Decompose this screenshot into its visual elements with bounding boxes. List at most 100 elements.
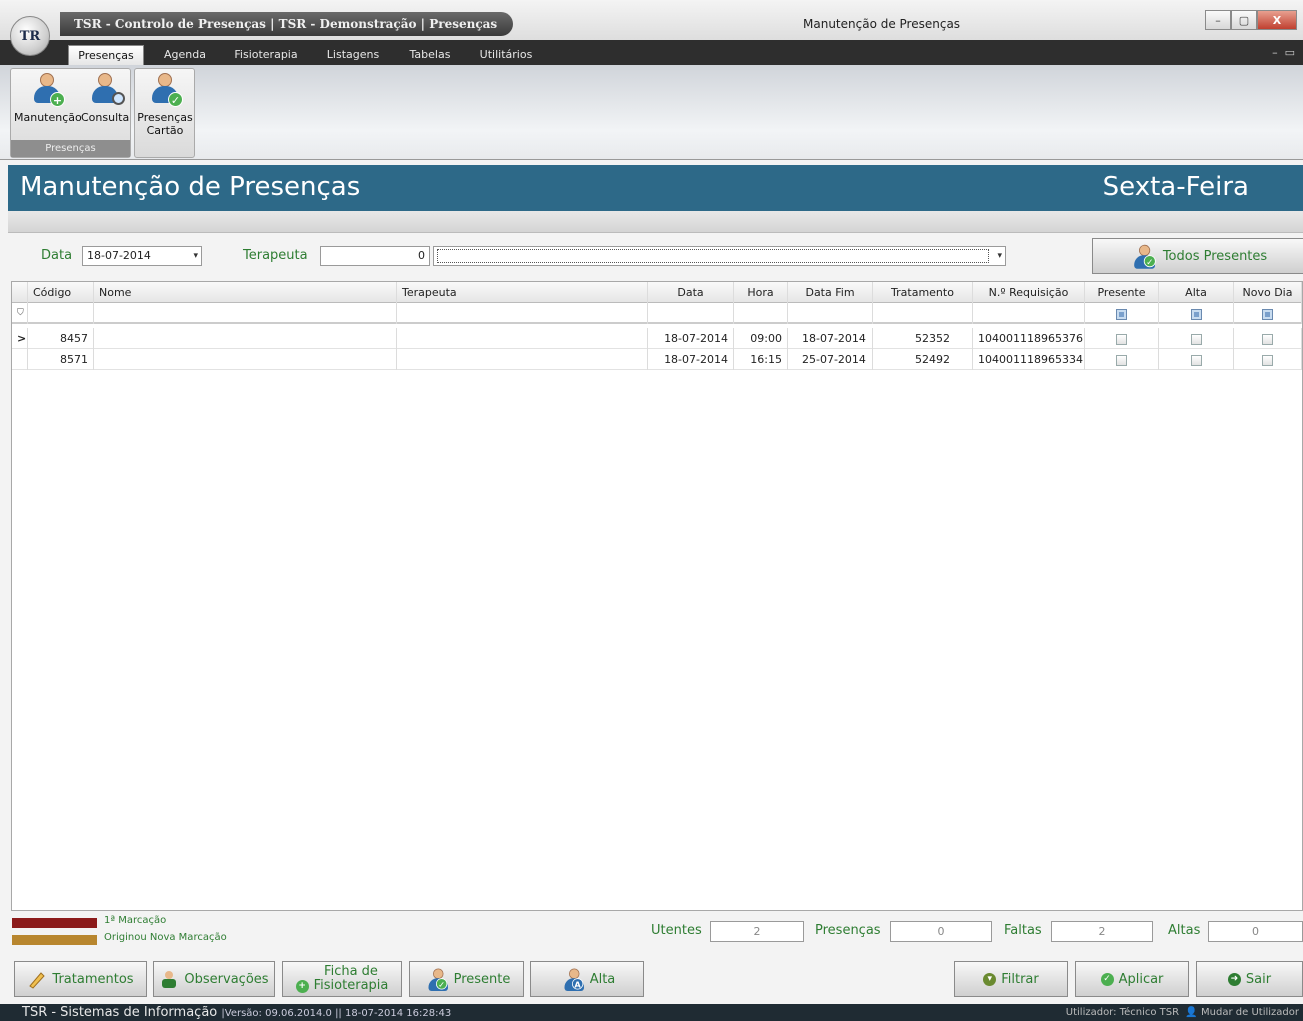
page-title: Manutenção de Presenças xyxy=(20,172,361,202)
requisicao-cell[interactable]: 104001118965376... xyxy=(973,328,1085,349)
maximize-icon[interactable]: ▢ xyxy=(1231,10,1257,30)
terapeuta-code-input[interactable]: 0 xyxy=(320,246,430,266)
ficha-label-2: Fisioterapia xyxy=(313,978,389,993)
column-header[interactable]: Nome xyxy=(94,282,397,303)
exit-icon: ➜ xyxy=(1227,972,1241,986)
close-icon[interactable]: X xyxy=(1257,10,1297,30)
user-search-icon xyxy=(89,73,125,107)
filter-cell[interactable] xyxy=(973,303,1085,324)
filter-cell[interactable] xyxy=(873,303,973,324)
tab-presencas[interactable]: Presenças xyxy=(68,45,144,65)
column-header[interactable]: Data xyxy=(648,282,734,303)
terapeuta-cell[interactable] xyxy=(397,349,648,370)
data-cell[interactable]: 18-07-2014 xyxy=(648,328,734,349)
presente-button[interactable]: ✓ Presente xyxy=(409,961,524,997)
row-indicator-header xyxy=(12,282,28,303)
terapeuta-cell[interactable] xyxy=(397,328,648,349)
consulta-label: Consulta xyxy=(81,111,130,124)
column-header[interactable]: N.º Requisição xyxy=(973,282,1085,303)
tratamentos-label: Tratamentos xyxy=(52,971,134,987)
sair-button[interactable]: ➜ Sair xyxy=(1196,961,1303,997)
table-row[interactable]: > 8457 18-07-2014 09:00 18-07-2014 52352… xyxy=(12,328,1302,349)
tab-fisioterapia[interactable]: Fisioterapia xyxy=(228,45,304,65)
chevron-down-icon[interactable]: ▾ xyxy=(997,247,1002,265)
status-left: TSR - Sistemas de Informação |Versão: 09… xyxy=(22,1005,451,1020)
grid-filter-row: ⛉ xyxy=(12,303,1302,324)
column-header[interactable]: Hora xyxy=(734,282,788,303)
app-title: TSR - Controlo de Presenças | TSR - Demo… xyxy=(60,12,514,36)
presencas-count: 0 xyxy=(890,921,992,942)
aplicar-label: Aplicar xyxy=(1118,971,1164,987)
filter-icon[interactable]: ⛉ xyxy=(12,303,28,324)
minimize-icon[interactable]: – xyxy=(1205,10,1231,30)
column-header[interactable]: Alta xyxy=(1159,282,1234,303)
presencas-cartao-button[interactable]: ✓ Presenças Cartão xyxy=(137,73,193,137)
filter-checkbox[interactable] xyxy=(1159,303,1234,324)
presente-checkbox[interactable] xyxy=(1085,349,1159,370)
filter-cell[interactable] xyxy=(397,303,648,324)
change-user-link[interactable]: Mudar de Utilizador xyxy=(1201,1007,1299,1018)
column-header[interactable]: Tratamento xyxy=(873,282,973,303)
alta-button[interactable]: A Alta xyxy=(530,961,644,997)
subheader-strip xyxy=(8,211,1303,233)
consulta-button[interactable]: Consulta xyxy=(81,73,129,124)
ribbon-group-cartao: ✓ Presenças Cartão xyxy=(134,68,195,158)
terapeuta-select[interactable]: ▾ xyxy=(433,246,1006,266)
app-logo[interactable]: TR xyxy=(10,16,50,56)
tab-utilitarios[interactable]: Utilitários xyxy=(474,45,538,65)
table-row[interactable]: 8571 18-07-2014 16:15 25-07-2014 52492 1… xyxy=(12,349,1302,370)
date-picker[interactable]: 18-07-2014 ▾ xyxy=(82,246,202,266)
legend-swatch-first xyxy=(12,918,97,928)
tab-agenda[interactable]: Agenda xyxy=(158,45,212,65)
legend-swatch-new xyxy=(12,935,97,945)
window-title: Manutenção de Presenças xyxy=(803,17,961,31)
aplicar-button[interactable]: ✓ Aplicar xyxy=(1075,961,1189,997)
data-fim-cell[interactable]: 25-07-2014 xyxy=(788,349,873,370)
user-add-icon: + xyxy=(31,73,65,107)
column-header[interactable]: Código xyxy=(28,282,94,303)
data-cell[interactable]: 18-07-2014 xyxy=(648,349,734,370)
filter-cell[interactable] xyxy=(28,303,94,324)
hora-cell[interactable]: 16:15 xyxy=(734,349,788,370)
column-header[interactable]: Presente xyxy=(1085,282,1159,303)
requisicao-cell[interactable]: 104001118965334... xyxy=(973,349,1085,370)
mdi-controls[interactable]: – ▭ xyxy=(1272,46,1295,59)
filter-checkbox[interactable] xyxy=(1234,303,1302,324)
codigo-cell[interactable]: 8457 xyxy=(28,328,94,349)
alta-checkbox[interactable] xyxy=(1159,328,1234,349)
tratamento-cell[interactable]: 52492 xyxy=(873,349,973,370)
observacoes-button[interactable]: Observações xyxy=(153,961,275,997)
tratamento-cell[interactable]: 52352 xyxy=(873,328,973,349)
nome-cell[interactable] xyxy=(94,328,397,349)
tab-tabelas[interactable]: Tabelas xyxy=(402,45,458,65)
column-header[interactable]: Novo Dia xyxy=(1234,282,1302,303)
presente-checkbox[interactable] xyxy=(1085,328,1159,349)
manutencao-button[interactable]: + Manutenção xyxy=(14,73,82,124)
hora-cell[interactable]: 09:00 xyxy=(734,328,788,349)
data-fim-cell[interactable]: 18-07-2014 xyxy=(788,328,873,349)
ficha-fisioterapia-button[interactable]: + Ficha de Fisioterapia xyxy=(282,961,402,997)
codigo-cell[interactable]: 8571 xyxy=(28,349,94,370)
column-header[interactable]: Data Fim xyxy=(788,282,873,303)
terapeuta-code-value: 0 xyxy=(418,249,425,262)
filter-cell[interactable] xyxy=(648,303,734,324)
filter-cell[interactable] xyxy=(788,303,873,324)
faltas-label: Faltas xyxy=(1004,923,1042,938)
alta-checkbox[interactable] xyxy=(1159,349,1234,370)
doctor-icon xyxy=(159,969,179,989)
tab-listagens[interactable]: Listagens xyxy=(320,45,386,65)
filtrar-button[interactable]: ▾ Filtrar xyxy=(954,961,1068,997)
novo-dia-checkbox[interactable] xyxy=(1234,328,1302,349)
filter-checkbox[interactable] xyxy=(1085,303,1159,324)
status-version: |Versão: 09.06.2014.0 || 18-07-2014 16:2… xyxy=(221,1008,452,1019)
novo-dia-checkbox[interactable] xyxy=(1234,349,1302,370)
todos-presentes-button[interactable]: ✓ Todos Presentes xyxy=(1092,238,1303,274)
nome-cell[interactable] xyxy=(94,349,397,370)
tratamentos-button[interactable]: Tratamentos xyxy=(14,961,147,997)
filter-cell[interactable] xyxy=(94,303,397,324)
column-header[interactable]: Terapeuta xyxy=(397,282,648,303)
chevron-down-icon[interactable]: ▾ xyxy=(193,247,198,265)
filter-cell[interactable] xyxy=(734,303,788,324)
title-bar: TSR - Controlo de Presenças | TSR - Demo… xyxy=(0,0,1303,40)
observacoes-label: Observações xyxy=(184,971,269,987)
